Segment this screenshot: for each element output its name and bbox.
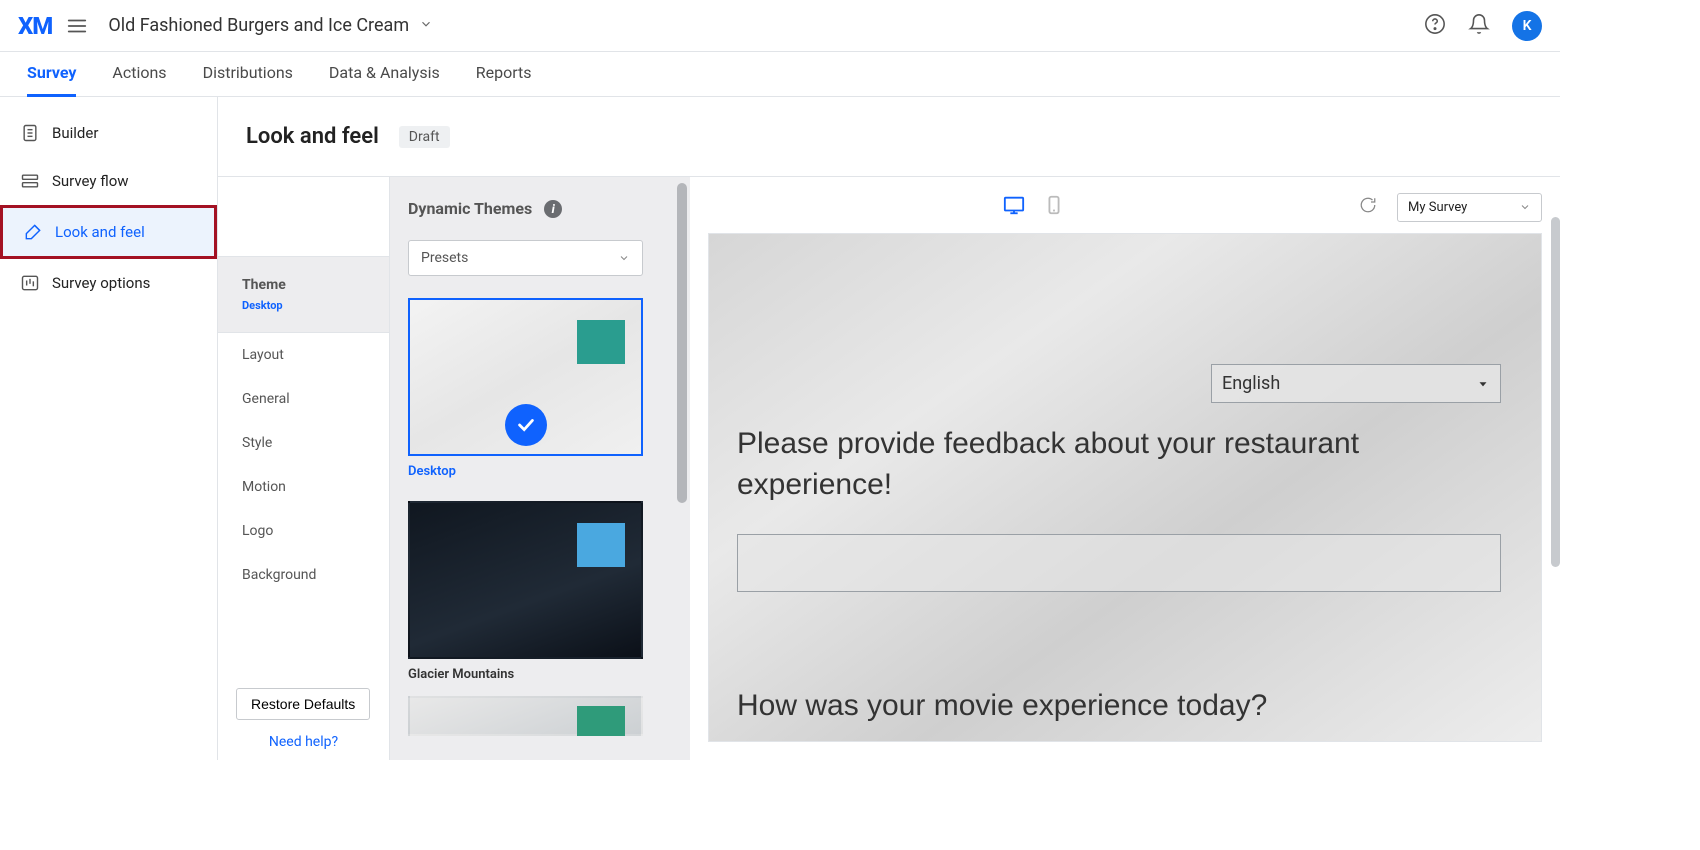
presets-dropdown[interactable]: Presets [408, 240, 643, 276]
leftnav-label: Survey flow [52, 172, 129, 190]
chevron-down-icon [419, 15, 433, 36]
topbar-actions: K [1424, 11, 1542, 41]
mobile-device-icon[interactable] [1043, 194, 1065, 220]
help-icon[interactable] [1424, 13, 1446, 39]
desktop-device-icon[interactable] [1003, 194, 1025, 220]
avatar-initial: K [1523, 18, 1532, 34]
settings-item-general[interactable]: General [218, 377, 389, 421]
settings-item-background[interactable]: Background [218, 553, 389, 597]
theme-swatch [577, 706, 625, 736]
language-dropdown[interactable]: English [1211, 364, 1501, 403]
leftnav-label: Survey options [52, 274, 150, 292]
theme-label: Desktop [408, 464, 643, 479]
primary-tabs: Survey Actions Distributions Data & Anal… [0, 52, 1560, 97]
chevron-down-icon [618, 252, 630, 264]
theme-thumbnail [408, 696, 643, 736]
leftnav-survey-flow[interactable]: Survey flow [0, 157, 217, 205]
restore-defaults-button[interactable]: Restore Defaults [236, 688, 370, 720]
settings-sidebar: Theme Desktop Layout General Style Motio… [218, 177, 390, 760]
menu-icon[interactable] [66, 15, 88, 37]
leftnav-builder[interactable]: Builder [0, 109, 217, 157]
leftnav-look-and-feel[interactable]: Look and feel [0, 205, 217, 259]
tab-distributions[interactable]: Distributions [203, 52, 293, 97]
notifications-icon[interactable] [1468, 13, 1490, 39]
theme-gallery: Dynamic Themes i Presets Desktop [390, 177, 690, 760]
project-title-text: Old Fashioned Burgers and Ice Cream [108, 15, 409, 36]
survey-question-2: How was your movie experience today? [737, 689, 1267, 723]
theme-card-desktop[interactable]: Desktop [408, 298, 643, 479]
project-title-dropdown[interactable]: Old Fashioned Burgers and Ice Cream [108, 15, 433, 36]
user-avatar[interactable]: K [1512, 11, 1542, 41]
left-nav: Builder Survey flow Look and feel Survey… [0, 97, 218, 760]
settings-item-motion[interactable]: Motion [218, 465, 389, 509]
scrollbar-thumb[interactable] [677, 183, 687, 503]
presets-label: Presets [421, 250, 468, 266]
chevron-down-icon [1476, 377, 1490, 391]
settings-section-sub: Desktop [242, 299, 365, 312]
chevron-down-icon [1519, 201, 1531, 213]
page-title: Look and feel [246, 124, 379, 149]
survey-question-1: Please provide feedback about your resta… [737, 424, 1437, 505]
tab-data-analysis[interactable]: Data & Analysis [329, 52, 440, 97]
leftnav-label: Builder [52, 124, 98, 142]
settings-item-style[interactable]: Style [218, 421, 389, 465]
check-icon [505, 404, 547, 446]
survey-select-label: My Survey [1408, 200, 1467, 215]
brand-logo: XM [18, 12, 52, 40]
tab-survey[interactable]: Survey [27, 52, 76, 97]
scrollbar-thumb[interactable] [1551, 217, 1560, 567]
info-icon[interactable]: i [544, 200, 562, 218]
settings-item-logo[interactable]: Logo [218, 509, 389, 553]
theme-swatch [577, 523, 625, 567]
survey-select-dropdown[interactable]: My Survey [1397, 193, 1542, 222]
device-toggle [1003, 194, 1065, 220]
theme-card-glacier[interactable]: Glacier Mountains [408, 501, 643, 682]
need-help-link[interactable]: Need help? [236, 734, 371, 750]
theme-gallery-title: Dynamic Themes [408, 199, 532, 218]
leftnav-label: Look and feel [55, 223, 145, 241]
tab-reports[interactable]: Reports [476, 52, 532, 97]
language-label: English [1222, 373, 1280, 394]
theme-label: Glacier Mountains [408, 667, 643, 682]
settings-section-theme[interactable]: Theme Desktop [218, 257, 389, 333]
tab-actions[interactable]: Actions [112, 52, 166, 97]
settings-item-layout[interactable]: Layout [218, 333, 389, 377]
settings-section-title: Theme [242, 277, 365, 293]
preview-pane: My Survey English Please provide feedbac… [690, 177, 1560, 760]
page-header: Look and feel Draft [218, 97, 1560, 177]
status-badge: Draft [399, 126, 450, 148]
survey-text-input[interactable] [737, 534, 1501, 592]
refresh-icon[interactable] [1359, 196, 1377, 218]
leftnav-survey-options[interactable]: Survey options [0, 259, 217, 307]
theme-card-third[interactable] [408, 696, 643, 736]
preview-toolbar: My Survey [708, 189, 1542, 225]
theme-thumbnail [408, 501, 643, 659]
top-bar: XM Old Fashioned Burgers and Ice Cream K [0, 0, 1560, 52]
survey-preview-canvas: English Please provide feedback about yo… [708, 233, 1542, 742]
theme-thumbnail [408, 298, 643, 456]
theme-swatch [577, 320, 625, 364]
